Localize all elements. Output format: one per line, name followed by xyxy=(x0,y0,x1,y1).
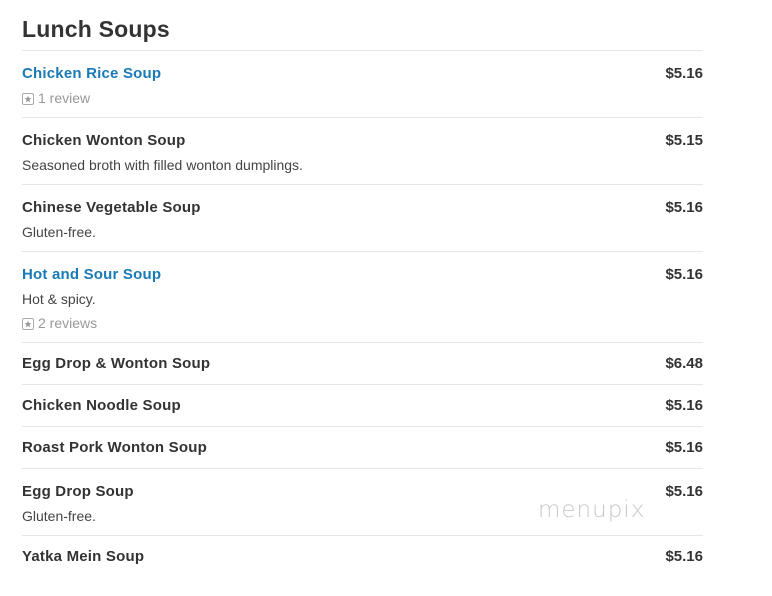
menu-item: Chicken Noodle Soup $5.16 xyxy=(22,385,703,427)
menu-item-price: $5.16 xyxy=(665,548,703,565)
menu-item-price: $5.16 xyxy=(665,65,703,82)
menu-item-name: Chicken Noodle Soup xyxy=(22,397,181,414)
menu-item-description: Gluten-free. xyxy=(22,224,96,240)
menu-item-price: $5.16 xyxy=(665,397,703,414)
menu-item: Egg Drop & Wonton Soup $6.48 xyxy=(22,343,703,385)
section-title: Lunch Soups xyxy=(22,16,170,42)
menu-item: Yatka Mein Soup $5.16 xyxy=(22,536,703,577)
star-review-icon xyxy=(22,317,34,330)
review-link[interactable]: 2 reviews xyxy=(22,315,703,332)
menu-item-name: Chinese Vegetable Soup xyxy=(22,199,201,216)
review-link[interactable]: 1 review xyxy=(22,90,703,107)
menu-item-price: $6.48 xyxy=(665,355,703,372)
star-review-icon xyxy=(22,92,34,105)
menu-item-price: $5.16 xyxy=(665,483,703,500)
menu-item-name: Roast Pork Wonton Soup xyxy=(22,439,207,456)
menu-item: Roast Pork Wonton Soup $5.16 xyxy=(22,427,703,469)
menu-item: Chicken Rice Soup $5.16 1 review xyxy=(22,51,703,118)
review-count: 2 reviews xyxy=(38,315,98,331)
menu-item: Chinese Vegetable Soup $5.16 Gluten-free… xyxy=(22,185,703,252)
menu-item-price: $5.16 xyxy=(665,439,703,456)
menu-item-name-link[interactable]: Hot and Sour Soup xyxy=(22,266,703,284)
menu-item: Chicken Wonton Soup $5.15 Seasoned broth… xyxy=(22,118,703,185)
menu-item-price: $5.16 xyxy=(665,266,703,283)
menu-item-name-link[interactable]: Chicken Rice Soup xyxy=(22,65,703,83)
menu-item-description: Hot & spicy. xyxy=(22,291,96,307)
menu-item-price: $5.16 xyxy=(665,199,703,216)
menu-item-name: Egg Drop & Wonton Soup xyxy=(22,355,211,372)
menu-item: Hot and Sour Soup $5.16 Hot & spicy. 2 r… xyxy=(22,252,703,343)
menu-item-description: Seasoned broth with filled wonton dumpli… xyxy=(22,157,303,173)
watermark: menupix xyxy=(538,497,646,523)
menu-item-name: Yatka Mein Soup xyxy=(22,548,145,565)
review-count: 1 review xyxy=(38,90,91,106)
menu-item-price: $5.15 xyxy=(665,132,703,149)
menu-item-name: Chicken Wonton Soup xyxy=(22,132,186,149)
